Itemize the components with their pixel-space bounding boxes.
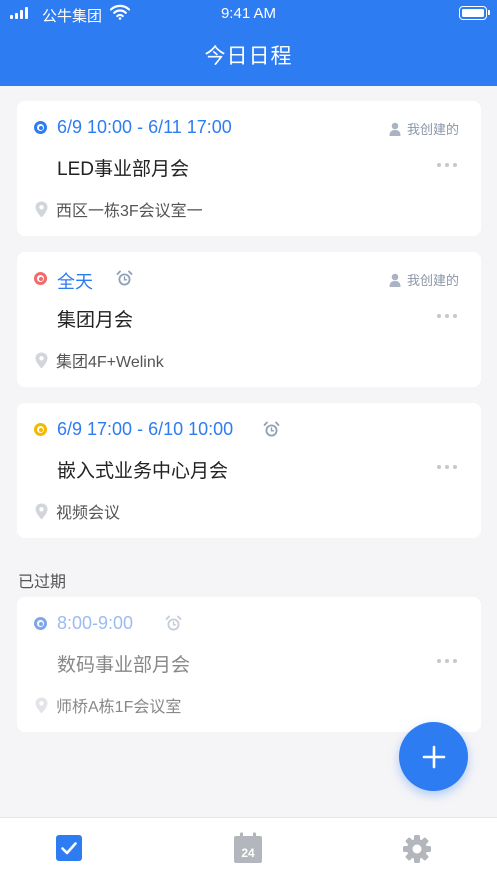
battery-icon: [459, 6, 490, 20]
event-card[interactable]: 全天 我创建的 集团月会 集团4F+Welink: [17, 252, 481, 387]
location-pin-icon: [35, 503, 48, 519]
location-pin-icon: [35, 697, 48, 713]
event-title: 数码事业部月会: [57, 655, 191, 676]
checkbox-icon: [56, 835, 82, 861]
creator-badge: 我创建的: [389, 119, 459, 138]
tab-today[interactable]: [55, 834, 85, 864]
location-label: 视频会议: [56, 505, 121, 522]
event-location: 师桥A栋1F会议室: [35, 693, 181, 717]
tab-calendar[interactable]: 24: [233, 832, 263, 863]
alarm-icon: [165, 615, 182, 631]
add-event-button[interactable]: [399, 722, 468, 791]
status-dot: [34, 617, 47, 630]
event-location: 集团4F+Welink: [35, 348, 164, 372]
calendar-icon: 24: [234, 832, 262, 863]
location-pin-icon: [35, 201, 48, 217]
event-time: 6/9 17:00 - 6/10 10:00: [57, 419, 234, 439]
expired-section-label: 已过期: [18, 574, 67, 591]
status-bar: 公牛集团 9:41 AM: [0, 0, 497, 28]
plus-icon: [422, 745, 445, 768]
event-title: LED事业部月会: [57, 159, 189, 180]
event-time: 6/9 10:00 - 6/11 17:00: [57, 117, 232, 137]
more-icon[interactable]: [437, 659, 457, 663]
event-time: 8:00-9:00: [57, 613, 134, 633]
status-time: 9:41 AM: [220, 5, 277, 22]
page-title: 今日日程: [204, 45, 293, 68]
location-label: 师桥A栋1F会议室: [56, 699, 182, 716]
event-location: 西区一栋3F会议室一: [35, 197, 203, 221]
event-title: 集团月会: [57, 310, 134, 331]
gear-icon: [403, 835, 431, 863]
person-icon: [389, 273, 401, 287]
event-time: 全天: [57, 272, 93, 292]
creator-label: 我创建的: [406, 122, 459, 137]
alarm-icon: [263, 421, 280, 437]
tab-bar: 24: [0, 817, 497, 883]
more-icon[interactable]: [437, 314, 457, 318]
person-icon: [389, 122, 401, 136]
event-title: 嵌入式业务中心月会: [57, 461, 229, 482]
event-card[interactable]: 8:00-9:00 数码事业部月会 师桥A栋1F会议室: [17, 597, 481, 732]
status-dot: [34, 121, 47, 134]
alarm-icon: [116, 270, 133, 286]
status-dot: [34, 272, 47, 285]
location-label: 集团4F+Welink: [56, 354, 164, 371]
event-card[interactable]: 6/9 10:00 - 6/11 17:00 我创建的 LED事业部月会 西区一…: [17, 101, 481, 236]
location-pin-icon: [35, 352, 48, 368]
tab-settings[interactable]: [402, 834, 432, 864]
more-icon[interactable]: [437, 465, 457, 469]
more-icon[interactable]: [437, 163, 457, 167]
header: 公牛集团 9:41 AM 今日日程: [0, 0, 497, 86]
calendar-day-number: 24: [241, 846, 255, 860]
location-label: 西区一栋3F会议室一: [56, 203, 203, 220]
event-location: 视频会议: [35, 499, 120, 523]
status-dot: [34, 423, 47, 436]
creator-label: 我创建的: [406, 273, 459, 288]
event-card[interactable]: 6/9 17:00 - 6/10 10:00 嵌入式业务中心月会 视频会议: [17, 403, 481, 538]
creator-badge: 我创建的: [389, 270, 459, 289]
